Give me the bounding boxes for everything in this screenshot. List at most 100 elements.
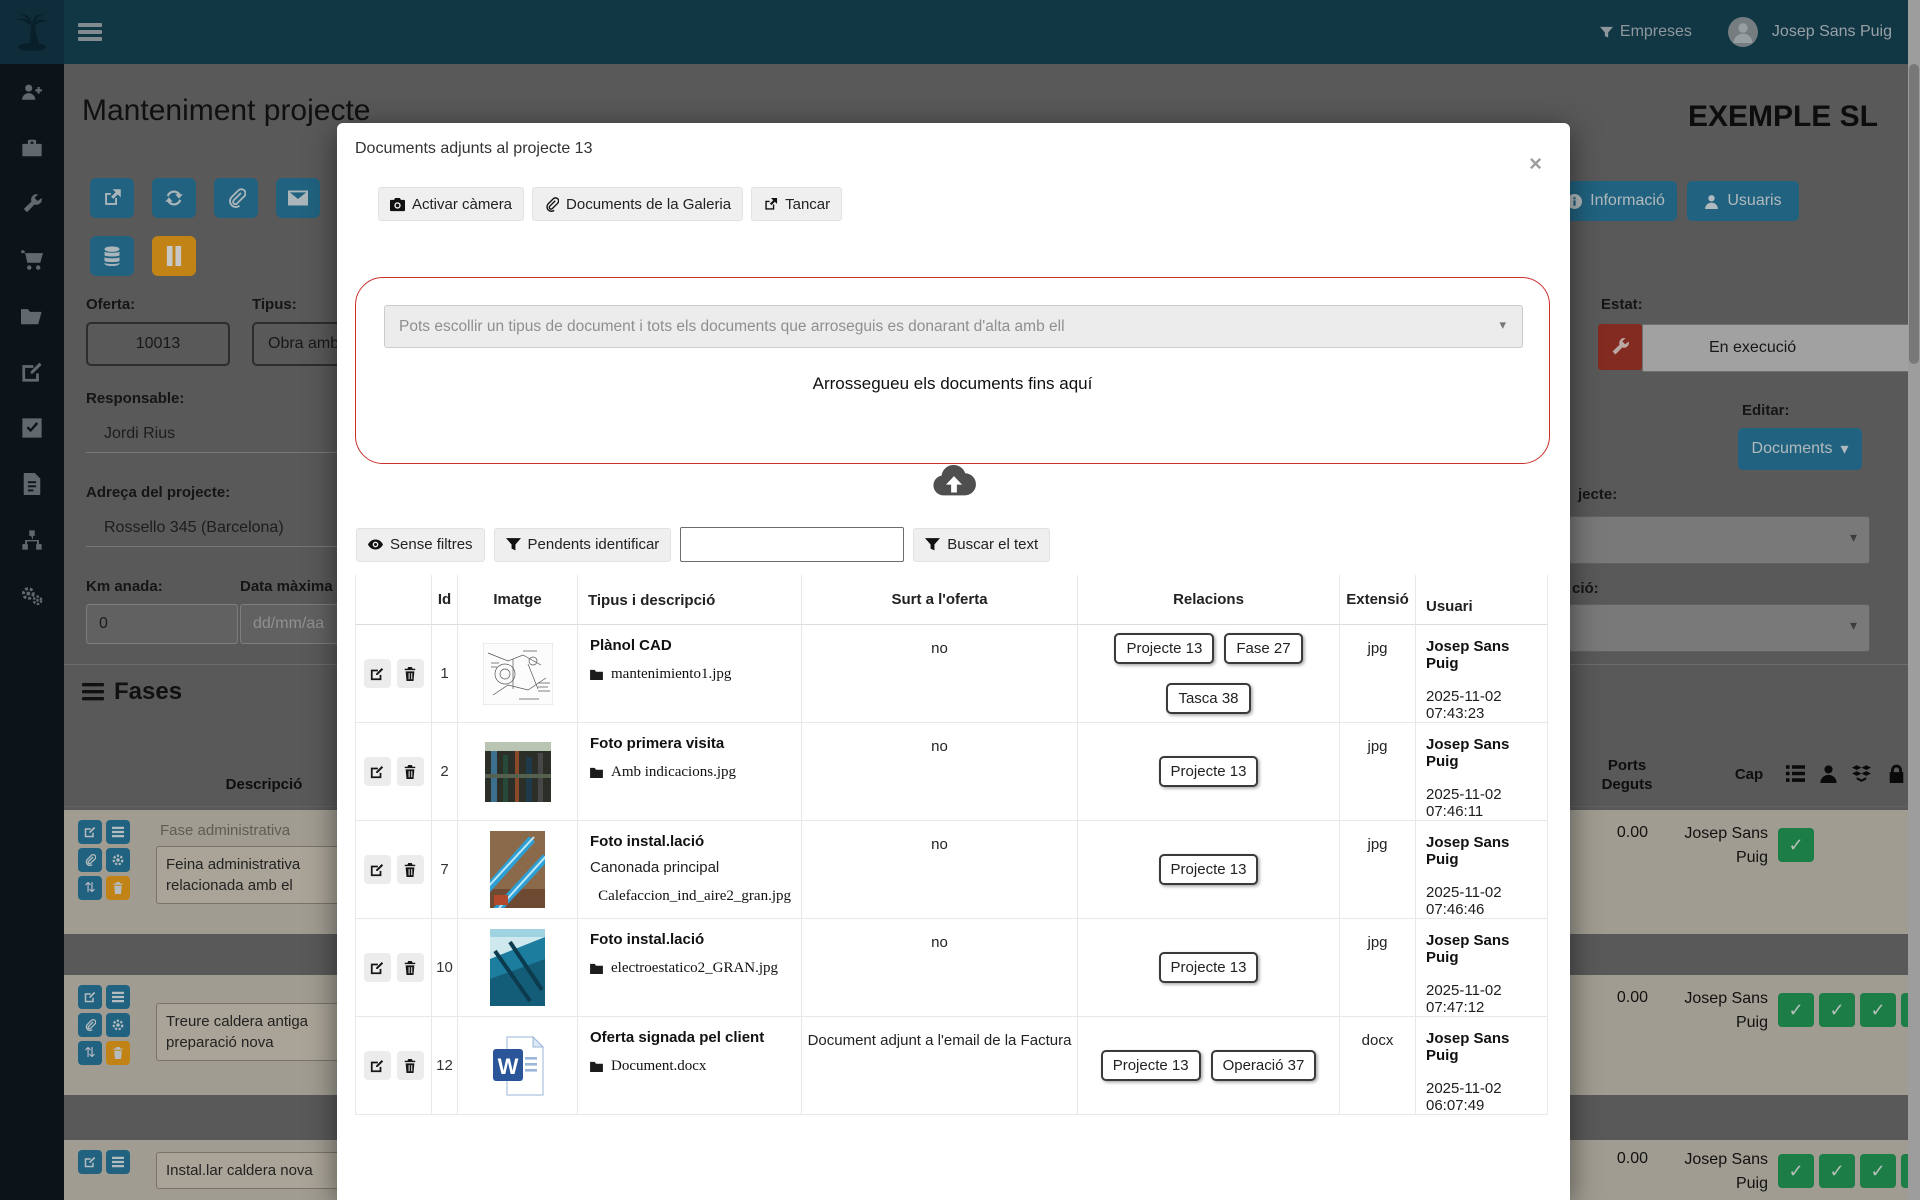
- document-thumbnail[interactable]: W: [491, 1035, 545, 1097]
- surt-oferta-value: no: [802, 723, 1078, 820]
- camera-icon: [390, 197, 405, 212]
- row-user-name: Josep Sans Puig: [1426, 736, 1539, 770]
- extension-value: jpg: [1340, 821, 1416, 918]
- close-icon[interactable]: ×: [1529, 153, 1542, 175]
- row-user-name: Josep Sans Puig: [1426, 834, 1539, 868]
- buscar-el-text-button[interactable]: Buscar el text: [913, 528, 1050, 562]
- caret-down-icon: ▾: [1499, 317, 1506, 333]
- extension-value: jpg: [1340, 919, 1416, 1016]
- funnel-icon: [925, 537, 940, 552]
- relation-button[interactable]: Fase 27: [1224, 633, 1302, 664]
- pencil-square-icon: [370, 961, 384, 975]
- export-icon: [763, 197, 778, 212]
- edit-row-button[interactable]: [364, 757, 391, 786]
- relation-button[interactable]: Projecte 13: [1159, 952, 1259, 983]
- relation-button[interactable]: Projecte 13: [1159, 854, 1259, 885]
- relation-button[interactable]: Projecte 13: [1114, 633, 1214, 664]
- trash-icon: [403, 961, 417, 975]
- document-filename: Calefaccion_ind_aire2_gran.jpg: [598, 888, 791, 905]
- trash-icon: [403, 1059, 417, 1073]
- extension-value: jpg: [1340, 625, 1416, 722]
- document-title: Oferta signada pel client: [590, 1029, 791, 1046]
- edit-row-button[interactable]: [364, 1051, 391, 1080]
- pencil-square-icon: [370, 1059, 384, 1073]
- document-description: Canonada principal: [590, 859, 791, 876]
- edit-row-button[interactable]: [364, 855, 391, 884]
- document-title: Foto instal.lació: [590, 931, 791, 948]
- row-id: 7: [432, 821, 458, 918]
- header-tipus: Tipus i descripció: [578, 575, 802, 625]
- trash-icon: [403, 863, 417, 877]
- edit-row-button[interactable]: [364, 953, 391, 982]
- header-imatge: Imatge: [458, 575, 578, 625]
- delete-row-button[interactable]: [397, 757, 424, 786]
- documents-table: Id Imatge Tipus i descripció Surt a l'of…: [355, 575, 1548, 1115]
- table-header: Id Imatge Tipus i descripció Surt a l'of…: [355, 575, 1548, 625]
- document-thumbnail[interactable]: [490, 929, 545, 1006]
- header-usuari: Usuari: [1416, 575, 1548, 625]
- delete-row-button[interactable]: [397, 659, 424, 688]
- document-filename: Document.docx: [611, 1058, 706, 1075]
- document-title: Foto primera visita: [590, 735, 791, 752]
- pencil-square-icon: [370, 765, 384, 779]
- relations-cell: Projecte 13: [1078, 821, 1340, 918]
- delete-row-button[interactable]: [397, 1051, 424, 1080]
- relation-button[interactable]: Tasca 38: [1166, 683, 1250, 714]
- documents-table-body: 1 Plànol CAD mantenimiento1.jpg no Proje…: [355, 625, 1548, 1115]
- activar-camera-button[interactable]: Activar càmera: [378, 187, 524, 221]
- table-row: 2 Foto primera visita Amb indicacions.jp…: [355, 723, 1548, 821]
- documents-galeria-button[interactable]: Documents de la Galeria: [532, 187, 743, 221]
- header-extensio: Extensió: [1340, 575, 1416, 625]
- relation-button[interactable]: Projecte 13: [1101, 1050, 1201, 1081]
- relations-cell: Projecte 13 Fase 27 Tasca 38: [1078, 625, 1340, 722]
- document-title: Plànol CAD: [590, 637, 791, 654]
- row-timestamp: 2025-11-02 06:07:49: [1426, 1080, 1539, 1114]
- row-timestamp: 2025-11-02 07:43:23: [1426, 688, 1539, 722]
- delete-row-button[interactable]: [397, 855, 424, 884]
- row-id: 10: [432, 919, 458, 1016]
- extension-value: jpg: [1340, 723, 1416, 820]
- funnel-icon: [506, 537, 521, 552]
- pendents-identificar-button[interactable]: Pendents identificar: [494, 528, 672, 562]
- document-title: Foto instal.lació: [590, 833, 791, 850]
- row-timestamp: 2025-11-02 07:47:12: [1426, 982, 1539, 1016]
- table-row: 1 Plànol CAD mantenimiento1.jpg no Proje…: [355, 625, 1548, 723]
- document-filename: Amb indicacions.jpg: [611, 764, 736, 781]
- extension-value: docx: [1340, 1017, 1416, 1114]
- folder-icon: [590, 963, 603, 974]
- row-user-name: Josep Sans Puig: [1426, 638, 1539, 672]
- document-type-select[interactable]: Pots escollir un tipus de document i tot…: [384, 305, 1523, 348]
- surt-oferta-value: Document adjunt a l'email de la Factura: [802, 1017, 1078, 1114]
- relations-cell: Projecte 13: [1078, 723, 1340, 820]
- document-thumbnail[interactable]: [483, 643, 553, 705]
- eye-icon: [368, 537, 383, 552]
- row-id: 1: [432, 625, 458, 722]
- edit-row-button[interactable]: [364, 659, 391, 688]
- table-row: 7 Foto instal.lació Canonada principal C…: [355, 821, 1548, 919]
- row-user-name: Josep Sans Puig: [1426, 1030, 1539, 1064]
- folder-icon: [590, 669, 603, 680]
- search-input[interactable]: [680, 527, 904, 562]
- paperclip-icon: [544, 197, 559, 212]
- upload-cloud-icon[interactable]: [337, 463, 1570, 497]
- surt-oferta-value: no: [802, 821, 1078, 918]
- row-user-name: Josep Sans Puig: [1426, 932, 1539, 966]
- header-id: Id: [432, 575, 458, 625]
- row-id: 2: [432, 723, 458, 820]
- documents-modal: Documents adjunts al projecte 13 × Activ…: [337, 123, 1570, 1200]
- document-dropzone[interactable]: Pots escollir un tipus de document i tot…: [355, 277, 1550, 464]
- folder-icon: [590, 1061, 603, 1072]
- trash-icon: [403, 765, 417, 779]
- delete-row-button[interactable]: [397, 953, 424, 982]
- folder-icon: [590, 767, 603, 778]
- header-relacions: Relacions: [1078, 575, 1340, 625]
- document-thumbnail[interactable]: [490, 831, 545, 908]
- relation-button[interactable]: Projecte 13: [1159, 756, 1259, 787]
- tancar-button[interactable]: Tancar: [751, 187, 842, 221]
- relation-button[interactable]: Operació 37: [1211, 1050, 1317, 1081]
- sense-filtres-button[interactable]: Sense filtres: [356, 528, 485, 562]
- table-row: 10 Foto instal.lació electroestatico2_GR…: [355, 919, 1548, 1017]
- document-filename: mantenimiento1.jpg: [611, 666, 731, 683]
- document-thumbnail[interactable]: [485, 742, 551, 802]
- modal-title: Documents adjunts al projecte 13: [355, 140, 592, 158]
